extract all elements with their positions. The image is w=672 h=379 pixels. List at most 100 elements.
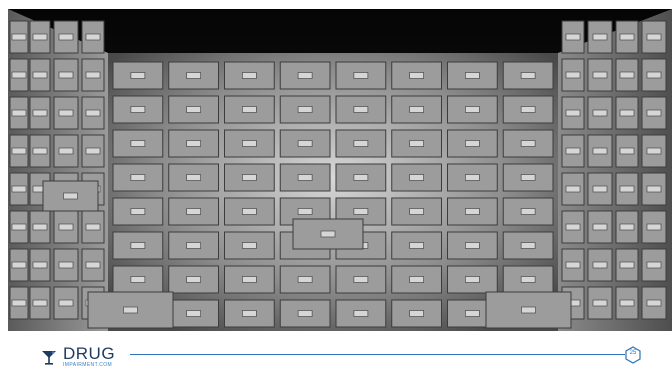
drawer-handle	[619, 71, 635, 79]
drawer-handle	[242, 276, 257, 283]
drawer-handle	[619, 185, 635, 193]
drawer-handle	[58, 109, 74, 117]
drawer-handle	[520, 242, 536, 249]
filing-cabinet-photo	[8, 9, 672, 331]
drawer-handle	[32, 299, 48, 307]
logo-subtitle: IMPAIRMENT.COM	[63, 362, 113, 368]
drawer-handle	[58, 33, 74, 41]
drawer-handle	[186, 106, 201, 113]
drawer-handle	[521, 306, 536, 314]
drawer-handle	[242, 106, 257, 113]
drawer-handle	[465, 242, 480, 249]
drawer-handle	[465, 310, 480, 317]
drawer-handle	[11, 185, 27, 193]
drawer-handle	[520, 72, 536, 79]
drawer-handle	[520, 106, 536, 113]
filing-cabinet-illustration	[8, 9, 672, 331]
drawer-handle	[592, 185, 608, 193]
drawer-handle	[11, 33, 27, 41]
drawer-handle	[58, 71, 74, 79]
drawer-handle	[85, 223, 101, 231]
drawer-handle	[58, 223, 74, 231]
drawer-handle	[520, 140, 536, 147]
drawer-handle	[520, 174, 536, 181]
drawer-handle	[32, 109, 48, 117]
drawer-handle	[646, 33, 662, 41]
drawer-handle	[242, 208, 257, 215]
drawer-handle	[592, 71, 608, 79]
drawer-handle	[85, 147, 101, 155]
drawer-handle	[619, 261, 635, 269]
drawer-handle	[619, 223, 635, 231]
drawer-handle	[465, 276, 480, 283]
drawer-handle	[619, 109, 635, 117]
drawer-handle	[465, 208, 480, 215]
drawer-handle	[646, 71, 662, 79]
drawer-handle	[11, 223, 27, 231]
drawer-handle	[646, 223, 662, 231]
drawer-handle	[646, 299, 662, 307]
logo-wordmark: DRUG	[63, 344, 116, 363]
drawer-handle	[32, 261, 48, 269]
drawer-handle	[130, 72, 146, 79]
drawer-handle	[130, 276, 146, 283]
drawer-handle	[592, 33, 608, 41]
drawer-handle	[186, 276, 201, 283]
drawer-handle	[353, 174, 369, 181]
drawer-handle	[646, 185, 662, 193]
drawer-handle	[409, 106, 424, 113]
drawer-handle	[465, 106, 480, 113]
drawer-handle	[565, 147, 581, 155]
drawer-handle	[63, 192, 78, 200]
drawer-handle	[11, 299, 27, 307]
drawer-handle	[297, 106, 313, 113]
drawer-handle	[32, 223, 48, 231]
drawer-handle	[32, 71, 48, 79]
drawer-handle	[409, 242, 424, 249]
drawer-handle	[242, 310, 257, 317]
drawer-handle	[592, 109, 608, 117]
martini-glass-icon	[42, 350, 56, 365]
drawer-handle	[646, 109, 662, 117]
drawer-handle	[646, 261, 662, 269]
drawer-handle	[619, 299, 635, 307]
drawer-handle	[186, 72, 201, 79]
drawer-handle	[32, 33, 48, 41]
drawer-handle	[353, 72, 369, 79]
drawer-handle	[297, 208, 313, 215]
page-number: 25	[629, 350, 637, 356]
drawer-handle	[565, 109, 581, 117]
drawer-handle	[11, 71, 27, 79]
drawer-handle	[409, 276, 424, 283]
drawer-handle	[58, 147, 74, 155]
drawer-handle	[619, 33, 635, 41]
drawer-handle	[85, 71, 101, 79]
drawer-handle	[11, 147, 27, 155]
drawer-handle	[320, 230, 336, 238]
drawer-handle	[11, 261, 27, 269]
drawer-handle	[409, 310, 424, 317]
drawer-handle	[130, 242, 146, 249]
drawer-handle	[565, 71, 581, 79]
drawer-handle	[11, 109, 27, 117]
drawer-handle	[242, 140, 257, 147]
drawer-handle	[353, 276, 369, 283]
drawer-handle	[297, 310, 313, 317]
drawer-handle	[353, 140, 369, 147]
drawer-handle	[592, 261, 608, 269]
drawer-handle	[242, 242, 257, 249]
drawer-handle	[565, 223, 581, 231]
drawer-handle	[130, 208, 146, 215]
drawer-handle	[409, 140, 424, 147]
drawer-handle	[297, 174, 313, 181]
drawer-handle	[58, 261, 74, 269]
drawer-handle	[85, 261, 101, 269]
drawer-handle	[520, 208, 536, 215]
drawer-handle	[409, 174, 424, 181]
drawer-handle	[592, 223, 608, 231]
drug-impairment-logo[interactable]: DRUG IMPAIRMENT.COM	[40, 345, 115, 368]
drawer-handle	[85, 33, 101, 41]
drawer-handle	[465, 72, 480, 79]
drawer-handle	[186, 310, 201, 317]
drawer-handle	[130, 140, 146, 147]
